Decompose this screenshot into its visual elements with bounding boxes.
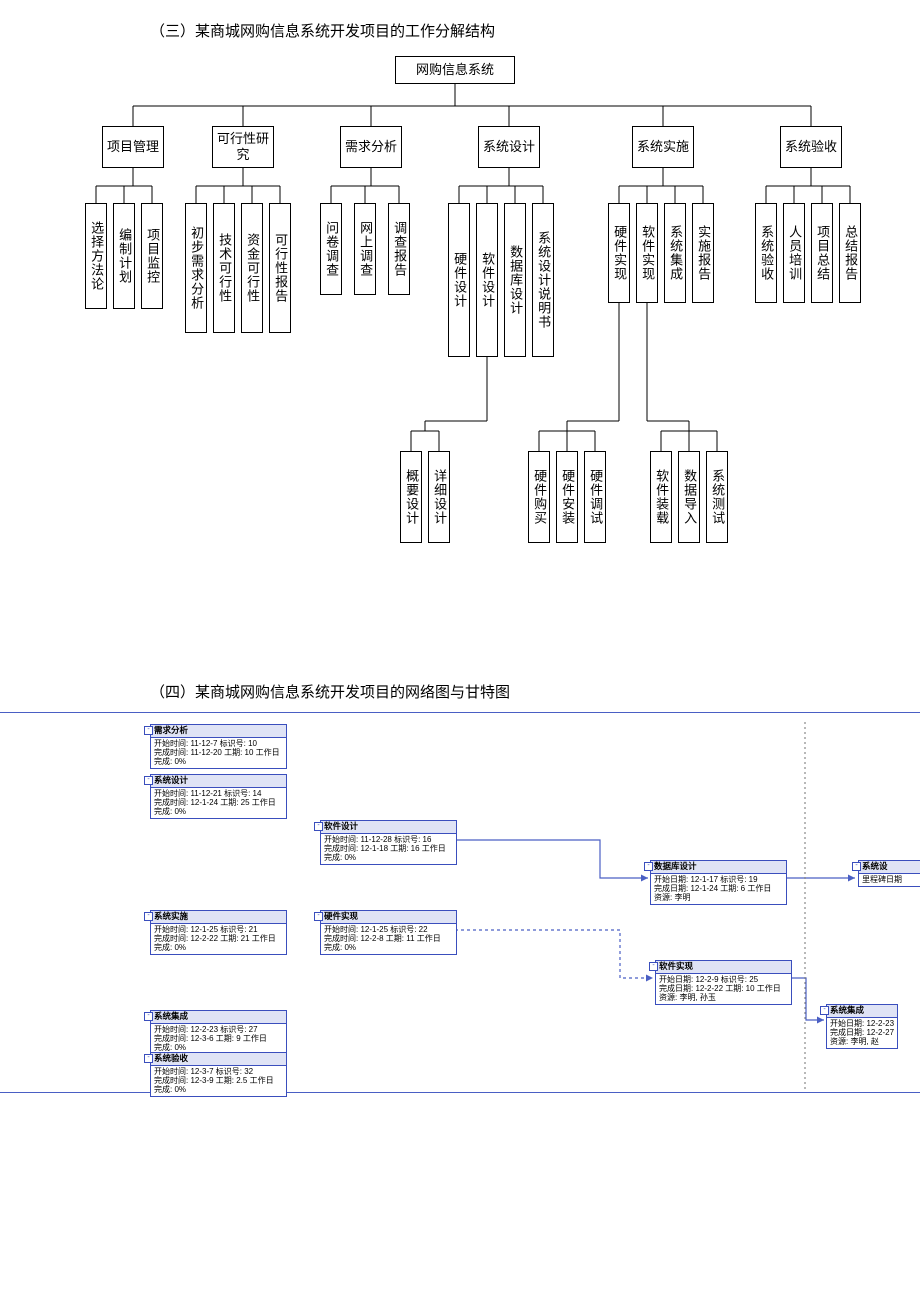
wbs-swi-3: 系统测试 bbox=[706, 451, 728, 543]
wbs-sd-1: 硬件设计 bbox=[448, 203, 470, 357]
network-arrows bbox=[0, 712, 920, 1102]
net-node-sintm: - 系统集成 开始日期: 12-2-23 完成日期: 12-2-27 资源: 李… bbox=[826, 1004, 898, 1049]
wbs-rq-3: 调查报告 bbox=[388, 203, 410, 295]
collapse-icon[interactable]: - bbox=[649, 962, 658, 971]
wbs-rq-2: 网上调查 bbox=[354, 203, 376, 295]
net-node-dbd: - 数据库设计 开始日期: 12-1-17 标识号: 19完成日期: 12-1-… bbox=[650, 860, 787, 905]
wbs-l1-si: 系统实施 bbox=[632, 126, 694, 168]
net-node-sdm: - 系统设 里程碑日期 bbox=[858, 860, 920, 887]
network-diagram: - 需求分析 开始时间: 11-12-7 标识号: 10完成时间: 11-12-… bbox=[0, 712, 920, 1108]
collapse-icon[interactable]: - bbox=[314, 912, 323, 921]
wbs-pm-1: 选择方法论 bbox=[85, 203, 107, 309]
wbs-sa-3: 项目总结 bbox=[811, 203, 833, 303]
wbs-sd-4: 系统设计说明书 bbox=[532, 203, 554, 357]
wbs-fs-2: 技术可行性 bbox=[213, 203, 235, 333]
wbs-fs-1: 初步需求分析 bbox=[185, 203, 207, 333]
collapse-icon[interactable]: - bbox=[144, 726, 153, 735]
wbs-pm-2: 编制计划 bbox=[113, 203, 135, 309]
wbs-sa-2: 人员培训 bbox=[783, 203, 805, 303]
collapse-icon[interactable]: - bbox=[144, 912, 153, 921]
wbs-swd-2: 详细设计 bbox=[428, 451, 450, 543]
collapse-icon[interactable]: - bbox=[144, 776, 153, 785]
wbs-hwi-2: 硬件安装 bbox=[556, 451, 578, 543]
wbs-sa-4: 总结报告 bbox=[839, 203, 861, 303]
wbs-si-1: 硬件实现 bbox=[608, 203, 630, 303]
collapse-icon[interactable]: - bbox=[820, 1006, 829, 1015]
wbs-si-4: 实施报告 bbox=[692, 203, 714, 303]
wbs-sd-3: 数据库设计 bbox=[504, 203, 526, 357]
wbs-pm-3: 项目监控 bbox=[141, 203, 163, 309]
collapse-icon[interactable]: - bbox=[852, 862, 861, 871]
collapse-icon[interactable]: - bbox=[314, 822, 323, 831]
net-node-si: - 系统实施 开始时间: 12-1-25 标识号: 21完成时间: 12-2-2… bbox=[150, 910, 287, 955]
wbs-hwi-3: 硬件调试 bbox=[584, 451, 606, 543]
wbs-fs-3: 资金可行性 bbox=[241, 203, 263, 333]
wbs-rq-1: 问卷调查 bbox=[320, 203, 342, 295]
net-node-sint: - 系统集成 开始时间: 12-2-23 标识号: 27完成时间: 12-3-6… bbox=[150, 1010, 287, 1055]
wbs-l1-pm: 项目管理 bbox=[102, 126, 164, 168]
wbs-sa-1: 系统验收 bbox=[755, 203, 777, 303]
section4-title: （四）某商城网购信息系统开发项目的网络图与甘特图 bbox=[150, 681, 920, 702]
wbs-tree: 网购信息系统 项目管理 可行性研究 需求分析 系统设计 系统实施 系统验收 选择… bbox=[0, 51, 920, 661]
wbs-fs-4: 可行性报告 bbox=[269, 203, 291, 333]
wbs-l1-req: 需求分析 bbox=[340, 126, 402, 168]
section3-title: （三）某商城网购信息系统开发项目的工作分解结构 bbox=[150, 20, 920, 41]
wbs-hwi-1: 硬件购买 bbox=[528, 451, 550, 543]
wbs-sd-2: 软件设计 bbox=[476, 203, 498, 357]
wbs-l1-sa: 系统验收 bbox=[780, 126, 842, 168]
wbs-swd-1: 概要设计 bbox=[400, 451, 422, 543]
net-node-req: - 需求分析 开始时间: 11-12-7 标识号: 10完成时间: 11-12-… bbox=[150, 724, 287, 769]
net-node-swi: - 软件实现 开始日期: 12-2-9 标识号: 25完成日期: 12-2-22… bbox=[655, 960, 792, 1005]
net-node-sd: - 系统设计 开始时间: 11-12-21 标识号: 14完成时间: 12-1-… bbox=[150, 774, 287, 819]
wbs-root: 网购信息系统 bbox=[395, 56, 515, 84]
wbs-l1-feas: 可行性研究 bbox=[212, 126, 274, 168]
collapse-icon[interactable]: - bbox=[644, 862, 653, 871]
wbs-swi-1: 软件装载 bbox=[650, 451, 672, 543]
wbs-si-2: 软件实现 bbox=[636, 203, 658, 303]
net-node-swd: - 软件设计 开始时间: 11-12-28 标识号: 16完成时间: 12-1-… bbox=[320, 820, 457, 865]
net-node-hwi: - 硬件实现 开始时间: 12-1-25 标识号: 22完成时间: 12-2-8… bbox=[320, 910, 457, 955]
net-node-sa: - 系统验收 开始时间: 12-3-7 标识号: 32完成时间: 12-3-9 … bbox=[150, 1052, 287, 1097]
wbs-swi-2: 数据导入 bbox=[678, 451, 700, 543]
wbs-si-3: 系统集成 bbox=[664, 203, 686, 303]
wbs-l1-sd: 系统设计 bbox=[478, 126, 540, 168]
collapse-icon[interactable]: - bbox=[144, 1054, 153, 1063]
collapse-icon[interactable]: - bbox=[144, 1012, 153, 1021]
